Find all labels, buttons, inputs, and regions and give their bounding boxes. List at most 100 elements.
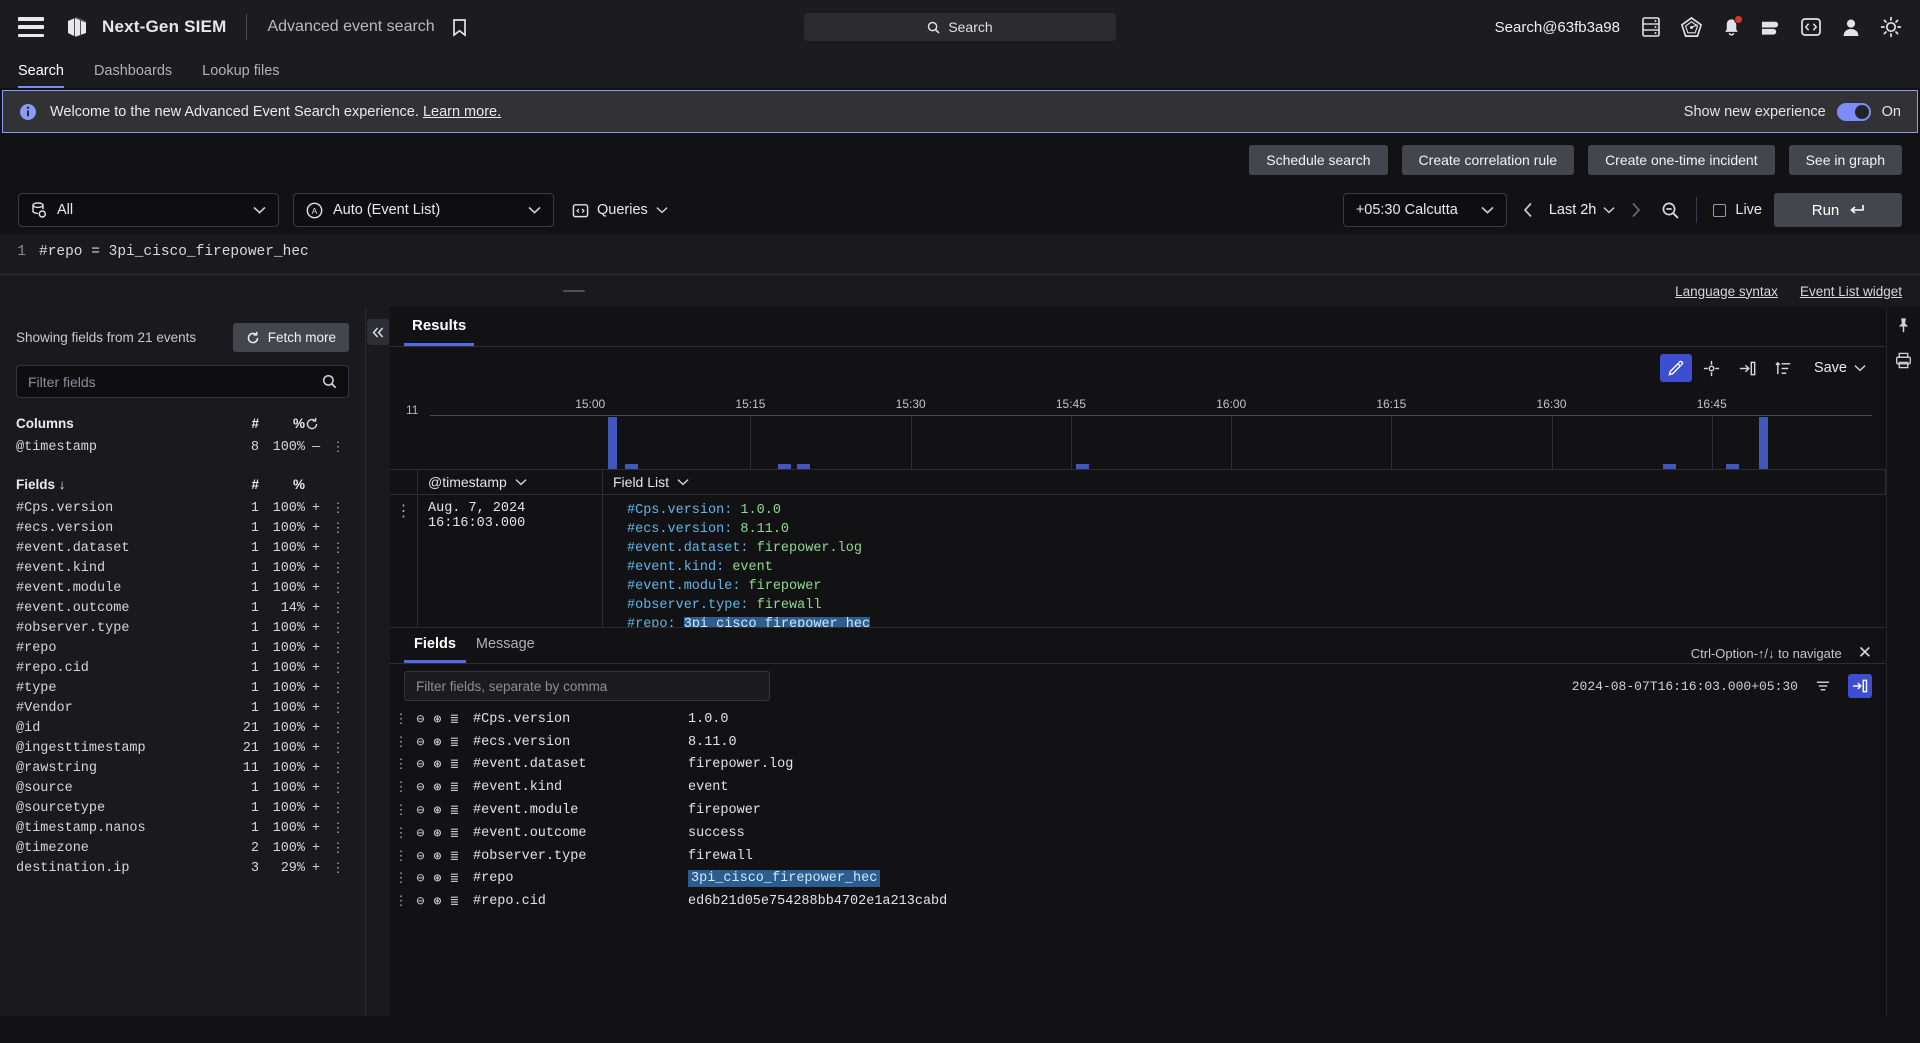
pin-icon[interactable] (1895, 317, 1912, 334)
show-values-icon[interactable]: ≣ (446, 870, 463, 887)
field-menu-icon[interactable]: ⋮ (327, 680, 349, 697)
field-list-column-header[interactable]: Field List (603, 470, 1886, 494)
field-menu-icon[interactable]: ⋮ (327, 540, 349, 557)
include-filter-icon[interactable]: ⊛ (429, 711, 446, 728)
field-menu-icon[interactable]: ⋮ (327, 500, 349, 517)
add-field-icon[interactable]: + (305, 541, 327, 556)
queries-menu-button[interactable]: Queries (572, 202, 668, 219)
histogram-bar[interactable] (778, 464, 791, 469)
query-editor[interactable]: 1 #repo = 3pi_cisco_firepower_hec (0, 234, 1920, 275)
exclude-filter-icon[interactable]: ⊖ (412, 779, 429, 796)
add-field-icon[interactable]: + (305, 661, 327, 676)
add-field-icon[interactable]: + (305, 801, 327, 816)
timestamp-column-header[interactable]: @timestamp (418, 470, 603, 494)
include-filter-icon[interactable]: ⊛ (429, 848, 446, 865)
global-search-input[interactable]: Search (804, 13, 1116, 41)
search-icon[interactable] (322, 374, 337, 389)
tab-message[interactable]: Message (466, 636, 545, 663)
add-field-icon[interactable]: + (305, 741, 327, 756)
histogram-bar[interactable] (1076, 464, 1089, 469)
logo-icon[interactable] (64, 14, 90, 40)
include-filter-icon[interactable]: ⊛ (429, 893, 446, 910)
add-field-icon[interactable]: + (305, 561, 327, 576)
repository-selector[interactable]: All (18, 193, 279, 227)
add-field-icon[interactable]: + (305, 701, 327, 716)
event-row-menu-icon[interactable]: ⋮ (390, 495, 418, 627)
time-range-picker[interactable]: Last 2h (1549, 202, 1616, 218)
field-menu-icon[interactable]: ⋮ (327, 860, 349, 877)
create-correlation-rule-button[interactable]: Create correlation rule (1402, 145, 1575, 175)
tab-dashboards[interactable]: Dashboards (94, 63, 172, 88)
field-row[interactable]: #repo.cid1100%+⋮ (16, 658, 349, 678)
add-field-icon[interactable]: + (305, 581, 327, 596)
filter-fields-box[interactable] (16, 365, 349, 398)
field-row[interactable]: #repo1100%+⋮ (16, 638, 349, 658)
field-row[interactable]: #ecs.version1100%+⋮ (16, 518, 349, 538)
timeline-histogram[interactable]: 11 15:0015:1515:3015:4516:0016:1516:3016… (404, 389, 1872, 469)
field-menu-icon[interactable]: ⋮ (327, 840, 349, 857)
tab-lookup-files[interactable]: Lookup files (202, 63, 279, 88)
field-menu-icon[interactable]: ⋮ (327, 660, 349, 677)
save-menu-button[interactable]: Save (1804, 360, 1876, 376)
field-menu-icon[interactable]: ⋮ (327, 740, 349, 757)
event-list-widget-link[interactable]: Event List widget (1800, 284, 1902, 299)
field-menu-icon[interactable]: ⋮ (327, 780, 349, 797)
server-icon[interactable] (1641, 16, 1661, 38)
field-row[interactable]: #event.module1100%+⋮ (16, 578, 349, 598)
include-filter-icon[interactable]: ⊛ (429, 870, 446, 887)
inspector-row[interactable]: ⋮⊖⊛≣#ecs.version8.11.0 (390, 731, 1886, 754)
row-menu-icon[interactable]: ⋮ (390, 825, 412, 842)
show-values-icon[interactable]: ≣ (446, 711, 463, 728)
add-field-icon[interactable]: + (305, 601, 327, 616)
zoom-out-icon[interactable] (1661, 201, 1680, 220)
inspector-row[interactable]: ⋮⊖⊛≣#event.kindevent (390, 776, 1886, 799)
panel-right-icon[interactable] (1732, 354, 1764, 382)
resize-handle[interactable] (563, 290, 585, 292)
bookmark-icon[interactable] (451, 18, 468, 37)
columns-refresh-icon[interactable] (305, 417, 349, 431)
field-menu-icon[interactable]: ⋮ (327, 720, 349, 737)
inspector-field-table[interactable]: ⋮⊖⊛≣#Cps.version1.0.0⋮⊖⊛≣#ecs.version8.1… (390, 708, 1886, 1016)
language-syntax-link[interactable]: Language syntax (1675, 284, 1778, 299)
add-field-icon[interactable]: + (305, 841, 327, 856)
fetch-more-button[interactable]: Fetch more (233, 323, 349, 352)
inspector-row[interactable]: ⋮⊖⊛≣#Cps.version1.0.0 (390, 708, 1886, 731)
field-row[interactable]: #Vendor1100%+⋮ (16, 698, 349, 718)
row-menu-icon[interactable]: ⋮ (390, 848, 412, 865)
field-row[interactable]: destination.ip329%+⋮ (16, 858, 349, 878)
exclude-filter-icon[interactable]: ⊖ (412, 711, 429, 728)
exclude-filter-icon[interactable]: ⊖ (412, 825, 429, 842)
field-row[interactable]: #Cps.version1100%+⋮ (16, 498, 349, 518)
run-button[interactable]: Run (1774, 193, 1902, 227)
user-icon[interactable] (1841, 17, 1861, 38)
radar-icon[interactable] (1680, 16, 1703, 39)
field-row[interactable]: @ingesttimestamp21100%+⋮ (16, 738, 349, 758)
field-menu-icon[interactable]: ⋮ (327, 820, 349, 837)
inspector-filter-input[interactable] (416, 679, 758, 694)
add-field-icon[interactable]: + (305, 681, 327, 696)
histogram-bar[interactable] (1759, 417, 1768, 469)
show-values-icon[interactable]: ≣ (446, 802, 463, 819)
tab-fields[interactable]: Fields (404, 636, 466, 663)
field-menu-icon[interactable]: ⋮ (327, 760, 349, 777)
expand-icon[interactable] (1696, 354, 1728, 382)
histogram-bar[interactable] (1726, 464, 1739, 469)
field-menu-icon[interactable]: ⋮ (327, 580, 349, 597)
exclude-filter-icon[interactable]: ⊖ (412, 870, 429, 887)
sort-ascending-icon[interactable] (1768, 354, 1800, 382)
query-line[interactable]: 1 #repo = 3pi_cisco_firepower_hec (0, 244, 1920, 260)
field-row[interactable]: #event.outcome114%+⋮ (16, 598, 349, 618)
field-menu-icon[interactable]: ⋮ (327, 520, 349, 537)
see-in-graph-button[interactable]: See in graph (1789, 145, 1902, 175)
field-row[interactable]: @timezone2100%+⋮ (16, 838, 349, 858)
add-field-icon[interactable]: + (305, 821, 327, 836)
add-field-icon[interactable]: + (305, 721, 327, 736)
filter-list-icon[interactable] (1811, 674, 1835, 698)
row-menu-icon[interactable]: ⋮ (390, 779, 412, 796)
learn-more-link[interactable]: Learn more. (423, 104, 501, 120)
exclude-filter-icon[interactable]: ⊖ (412, 848, 429, 865)
exclude-filter-icon[interactable]: ⊖ (412, 734, 429, 751)
row-menu-icon[interactable]: ⋮ (390, 893, 412, 910)
add-field-icon[interactable]: + (305, 861, 327, 876)
show-values-icon[interactable]: ≣ (446, 825, 463, 842)
